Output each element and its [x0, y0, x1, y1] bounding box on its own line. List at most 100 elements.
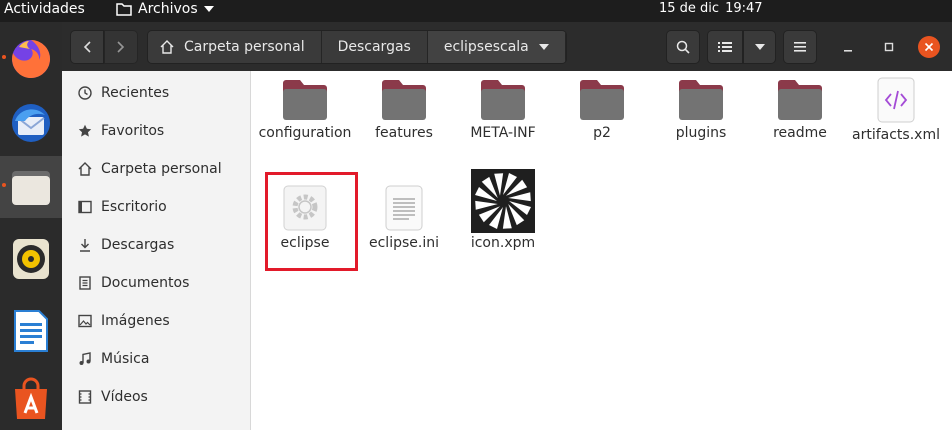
sidebar-item-favoritos[interactable]: Favoritos: [62, 112, 251, 150]
file-label: p2: [593, 125, 611, 141]
view-list-button[interactable]: [707, 30, 743, 64]
dock-libreoffice-writer[interactable]: [0, 300, 62, 362]
file-item-features[interactable]: features: [356, 79, 452, 142]
search-button[interactable]: [666, 30, 700, 64]
top-bar: Actividades Archivos 15 de dic 19:47: [0, 0, 952, 22]
sidebar-item-label: Imágenes: [101, 313, 170, 329]
sidebar-item-descargas[interactable]: Descargas: [62, 226, 251, 264]
file-label: features: [375, 125, 433, 141]
home-icon: [160, 40, 174, 54]
highlight-box: [265, 172, 358, 271]
file-label: artifacts.xml: [852, 127, 940, 143]
download-icon: [76, 238, 94, 252]
crumb-descargas[interactable]: Descargas: [321, 31, 428, 63]
file-item-icon-xpm[interactable]: icon.xpm: [455, 169, 551, 252]
folder-icon: [382, 80, 426, 120]
desktop-icon: [76, 200, 94, 214]
close-icon: [924, 42, 934, 52]
folder-icon: [679, 80, 723, 120]
maximize-button[interactable]: [878, 36, 900, 58]
clock-icon: [76, 86, 94, 100]
file-item-meta-inf[interactable]: META-INF: [455, 79, 551, 142]
close-button[interactable]: [918, 36, 940, 58]
app-menu[interactable]: Archivos: [116, 1, 214, 17]
crumb-label: Descargas: [337, 39, 411, 55]
clock[interactable]: 15 de dic 19:47: [659, 1, 763, 16]
header-bar: Carpeta personal Descargas eclipsescala: [62, 22, 952, 71]
minimize-icon: [844, 50, 852, 52]
software-center-icon: [15, 377, 47, 419]
sidebar-item-label: Escritorio: [101, 199, 167, 215]
files-icon: [12, 171, 50, 205]
image-thumbnail-icon: [471, 169, 535, 233]
clock-time: 19:47: [725, 1, 763, 16]
path-bar: Carpeta personal Descargas eclipsescala: [147, 30, 567, 64]
hamburger-icon: [794, 42, 806, 52]
sidebar: Recientes Favoritos Carpeta personal Esc…: [62, 71, 251, 430]
running-indicator: [2, 183, 6, 187]
sidebar-item-imagenes[interactable]: Imágenes: [62, 302, 251, 340]
menu-button[interactable]: [783, 30, 817, 64]
file-label: icon.xpm: [470, 235, 536, 251]
chevron-left-icon: [83, 41, 91, 53]
crumb-eclipsescala[interactable]: eclipsescala: [427, 31, 566, 63]
file-item-eclipse-ini[interactable]: eclipse.ini: [356, 185, 452, 252]
minimize-button[interactable]: [837, 36, 859, 58]
activities-button[interactable]: Actividades: [4, 1, 85, 17]
sidebar-item-videos[interactable]: Vídeos: [62, 378, 251, 416]
dock: [0, 22, 62, 430]
dock-firefox[interactable]: [0, 28, 62, 90]
sidebar-item-documentos[interactable]: Documentos: [62, 264, 251, 302]
folder-icon: [481, 80, 525, 120]
file-item-p2[interactable]: p2: [554, 79, 650, 142]
sidebar-item-label: Descargas: [101, 237, 175, 253]
image-icon: [76, 314, 94, 328]
search-icon: [676, 40, 690, 54]
file-label: readme: [773, 125, 827, 141]
view-options-button[interactable]: [743, 30, 776, 64]
sidebar-item-label: Recientes: [101, 85, 170, 101]
video-icon: [76, 390, 94, 404]
document-icon: [76, 276, 94, 290]
music-icon: [76, 352, 94, 366]
file-label: configuration: [258, 125, 352, 141]
caret-down-icon: [203, 6, 214, 12]
dock-thunderbird[interactable]: [0, 92, 62, 154]
back-button[interactable]: [70, 30, 104, 64]
sidebar-item-label: Vídeos: [101, 389, 148, 405]
sidebar-item-recientes[interactable]: Recientes: [62, 74, 251, 112]
xml-file-icon: [877, 77, 915, 123]
folder-icon: [580, 80, 624, 120]
file-item-plugins[interactable]: plugins: [653, 79, 749, 142]
crumb-home[interactable]: Carpeta personal: [148, 31, 322, 63]
dock-files[interactable]: [0, 156, 62, 218]
file-item-artifacts-xml[interactable]: artifacts.xml: [848, 77, 944, 144]
maximize-icon: [884, 42, 894, 52]
sidebar-item-label: Carpeta personal: [101, 161, 222, 177]
chevron-right-icon: [117, 41, 125, 53]
folder-icon: [778, 80, 822, 120]
sidebar-item-musica[interactable]: Música: [62, 340, 251, 378]
crumb-label: eclipsescala: [443, 39, 529, 55]
folder-icon: [283, 80, 327, 120]
file-label: plugins: [675, 125, 727, 141]
forward-button[interactable]: [104, 30, 138, 64]
folder-icon: [116, 3, 132, 16]
sidebar-item-escritorio[interactable]: Escritorio: [62, 188, 251, 226]
app-menu-label: Archivos: [138, 1, 198, 17]
dock-software[interactable]: [0, 368, 62, 430]
speaker-icon: [13, 239, 49, 279]
sidebar-item-carpeta-personal[interactable]: Carpeta personal: [62, 150, 251, 188]
home-icon: [76, 162, 94, 176]
crumb-label: Carpeta personal: [184, 39, 305, 55]
running-indicator: [2, 55, 6, 59]
file-item-readme[interactable]: readme: [752, 79, 848, 142]
list-view-icon: [718, 42, 732, 52]
sidebar-item-label: Música: [101, 351, 150, 367]
dock-rhythmbox[interactable]: [0, 228, 62, 290]
file-label: META-INF: [470, 125, 536, 141]
sidebar-item-label: Favoritos: [101, 123, 165, 139]
file-item-configuration[interactable]: configuration: [257, 79, 353, 142]
star-icon: [76, 124, 94, 138]
caret-down-icon: [538, 44, 549, 50]
